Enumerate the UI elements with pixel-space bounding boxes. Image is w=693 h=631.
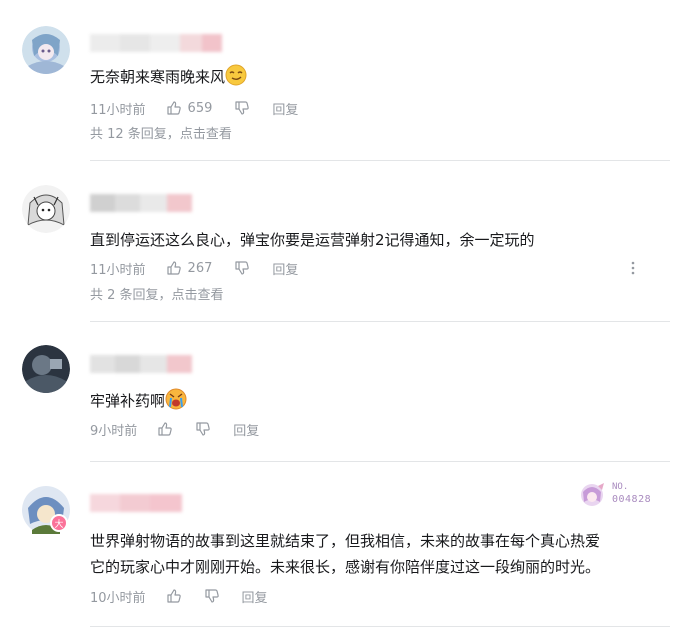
smirk-face-emoji-icon [225, 64, 247, 93]
replies-summary: 共 2 条回复，点击查看 [90, 286, 224, 306]
like-count: 659 [187, 100, 213, 116]
comment-text: 世界弹射物语的故事到这里就结束了，但我相信，未来的故事在每个真心热爱 它的玩家心… [90, 528, 670, 580]
replies-summary: 共 12 条回复，点击查看 [90, 125, 232, 145]
comment-text-line1: 世界弹射物语的故事到这里就结束了，但我相信，未来的故事在每个真心热爱 [90, 532, 601, 550]
divider [90, 321, 670, 322]
comment-meta: 10小时前 回复 [90, 586, 268, 606]
reply-button[interactable]: 回复 [242, 587, 268, 606]
comment-text: 牢弹补药啊 [90, 388, 670, 417]
dislike-icon[interactable] [234, 100, 250, 116]
dislike-icon[interactable] [204, 588, 220, 604]
comment-text: 无奈朝来寒雨晚来风 [90, 64, 670, 93]
dislike-icon[interactable] [195, 421, 211, 437]
username-blurred[interactable] [90, 194, 194, 212]
avatar[interactable] [22, 185, 70, 233]
divider [90, 461, 670, 462]
avatar[interactable]: 大 [22, 486, 70, 534]
comment-text: 直到停运还这么良心，弹宝你要是运营弹射2记得通知，余一定玩的 [90, 231, 535, 249]
comment-meta: 11小时前 659 回复 [90, 98, 298, 118]
view-replies-link[interactable]: 点击查看 [180, 127, 232, 142]
view-replies-link[interactable]: 点击查看 [172, 288, 224, 303]
reply-button[interactable]: 回复 [272, 259, 298, 278]
svg-text:大: 大 [54, 518, 63, 530]
timestamp: 11小时前 [90, 102, 146, 118]
avatar[interactable] [22, 345, 70, 393]
reply-button[interactable]: 回复 [272, 99, 298, 118]
timestamp: 9小时前 [90, 423, 138, 439]
username-blurred[interactable] [90, 494, 182, 512]
crying-face-emoji-icon [165, 388, 187, 417]
like-icon[interactable] [166, 100, 182, 116]
badge-label-top: NO. [612, 482, 629, 492]
comment-meta: 9小时前 回复 [90, 419, 259, 439]
username-blurred[interactable] [90, 34, 225, 52]
like-icon[interactable] [166, 260, 182, 276]
like-icon[interactable] [157, 421, 173, 437]
like-count: 267 [187, 260, 213, 276]
username-blurred[interactable] [90, 355, 194, 373]
fan-badge[interactable]: NO. 004828 [578, 480, 660, 510]
dislike-icon[interactable] [234, 260, 250, 276]
comment-text-line2: 它的玩家心中才刚刚开始。未来很长，感谢有你陪伴度过这一段绚丽的时光。 [90, 558, 601, 576]
timestamp: 11小时前 [90, 262, 146, 278]
more-options-icon[interactable] [626, 260, 640, 276]
avatar[interactable] [22, 26, 70, 74]
replies-count: 共 2 条回复， [90, 288, 172, 303]
reply-button[interactable]: 回复 [233, 420, 259, 439]
badge-number: 004828 [612, 494, 652, 505]
divider [90, 160, 670, 161]
like-icon[interactable] [166, 588, 182, 604]
replies-count: 共 12 条回复， [90, 127, 180, 142]
timestamp: 10小时前 [90, 590, 146, 606]
divider [90, 626, 670, 627]
comment-meta: 11小时前 267 回复 [90, 258, 298, 278]
